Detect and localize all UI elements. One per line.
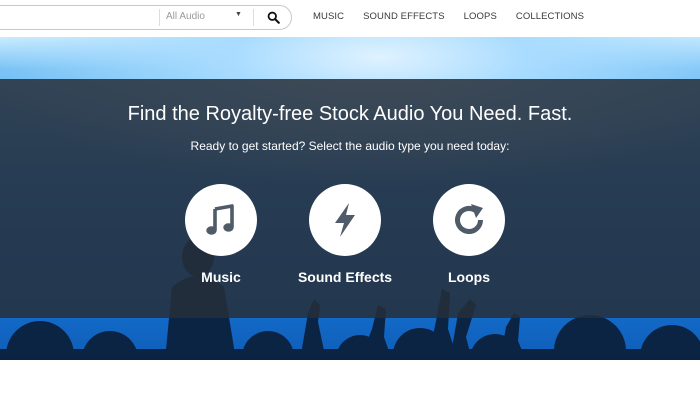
category-icon-circle — [309, 184, 381, 256]
magnifier-icon — [267, 11, 280, 24]
search-input[interactable] — [3, 9, 143, 26]
nav-loops[interactable]: LOOPS — [464, 11, 497, 22]
hero-subtitle: Ready to get started? Select the audio t… — [190, 139, 510, 153]
nav-collections[interactable]: COLLECTIONS — [516, 11, 584, 22]
main-nav: MUSIC SOUND EFFECTS LOOPS COLLECTIONS — [313, 11, 584, 22]
category-icon-circle — [185, 184, 257, 256]
category-loops[interactable]: Loops — [404, 184, 534, 285]
divider — [159, 9, 160, 26]
music-note-icon — [206, 204, 234, 235]
divider — [253, 9, 254, 26]
category-icon-circle — [433, 184, 505, 256]
category-label: Music — [201, 269, 241, 285]
search-bar: All Audio ▼ — [0, 5, 292, 30]
search-button[interactable] — [255, 6, 291, 29]
refresh-icon — [455, 204, 483, 234]
hero-title: Find the Royalty-free Stock Audio You Ne… — [127, 103, 573, 125]
nav-sound-effects[interactable]: SOUND EFFECTS — [363, 11, 445, 22]
category-label: Sound Effects — [297, 269, 393, 285]
audio-type-select[interactable]: All Audio — [166, 11, 205, 22]
lightning-bolt-icon — [335, 203, 355, 237]
category-music[interactable]: Music — [156, 184, 286, 285]
hero-banner: Find the Royalty-free Stock Audio You Ne… — [0, 37, 700, 360]
category-label: Loops — [448, 269, 490, 285]
top-bar: All Audio ▼ MUSIC SOUND EFFECTS LOOPS CO… — [0, 0, 700, 36]
nav-music[interactable]: MUSIC — [313, 11, 344, 22]
category-sound-effects[interactable]: Sound Effects — [280, 184, 410, 285]
caret-down-icon[interactable]: ▼ — [235, 11, 242, 18]
